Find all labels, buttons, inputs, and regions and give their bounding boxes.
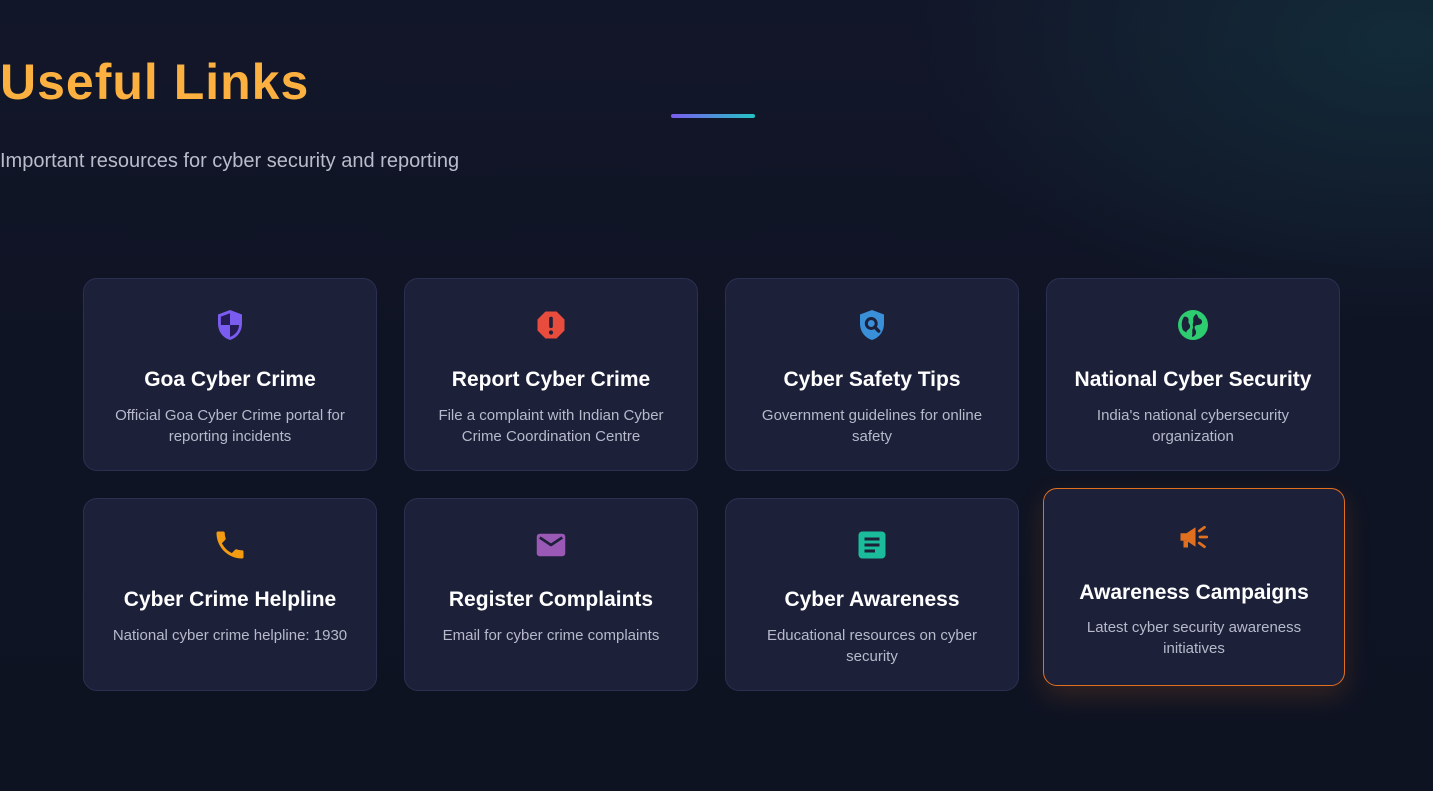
link-card-register-complaints[interactable]: Register Complaints Email for cyber crim…: [404, 498, 698, 691]
card-description: File a complaint with Indian Cyber Crime…: [438, 407, 664, 445]
link-card-awareness-campaigns[interactable]: Awareness Campaigns Latest cyber securit…: [1043, 488, 1345, 686]
link-card-report-cyber-crime[interactable]: Report Cyber Crime File a complaint with…: [404, 278, 698, 471]
phone-icon: [84, 527, 376, 563]
megaphone-icon: [1044, 519, 1344, 555]
link-card-goa-cyber-crime[interactable]: Goa Cyber Crime Official Goa Cyber Crime…: [83, 278, 377, 471]
link-card-national-cyber-security[interactable]: National Cyber Security India's national…: [1046, 278, 1340, 471]
card-description: Latest cyber security awareness initiati…: [1086, 619, 1302, 657]
shield-icon: [84, 307, 376, 343]
card-title: Awareness Campaigns: [1079, 581, 1309, 604]
card-description: Official Goa Cyber Crime portal for repo…: [115, 407, 345, 445]
card-title: Cyber Safety Tips: [783, 368, 961, 391]
page-subtitle: Important resources for cyber security a…: [0, 150, 460, 172]
card-title: Goa Cyber Crime: [144, 368, 316, 391]
card-title: Cyber Crime Helpline: [123, 588, 337, 611]
page-title: Useful Links: [0, 54, 310, 110]
card-title: National Cyber Security: [1074, 368, 1312, 391]
card-description: National cyber crime helpline: 1930: [112, 627, 348, 644]
document-icon: [726, 527, 1018, 563]
link-card-cyber-awareness[interactable]: Cyber Awareness Educational resources on…: [725, 498, 1019, 691]
card-title: Cyber Awareness: [784, 588, 960, 611]
card-description: Government guidelines for online safety: [761, 407, 983, 445]
card-description: India's national cybersecurity organizat…: [1096, 407, 1290, 445]
link-card-cyber-safety-tips[interactable]: Cyber Safety Tips Government guidelines …: [725, 278, 1019, 471]
card-description: Email for cyber crime complaints: [442, 627, 660, 644]
alert-octagon-icon: [405, 307, 697, 343]
globe-icon: [1047, 307, 1339, 343]
envelope-icon: [405, 527, 697, 563]
card-title: Report Cyber Crime: [451, 368, 651, 391]
link-card-cyber-crime-helpline[interactable]: Cyber Crime Helpline National cyber crim…: [83, 498, 377, 691]
card-description: Educational resources on cyber security: [766, 627, 978, 665]
shield-search-icon: [726, 307, 1018, 343]
title-underline: [671, 114, 755, 118]
card-title: Register Complaints: [448, 588, 654, 611]
